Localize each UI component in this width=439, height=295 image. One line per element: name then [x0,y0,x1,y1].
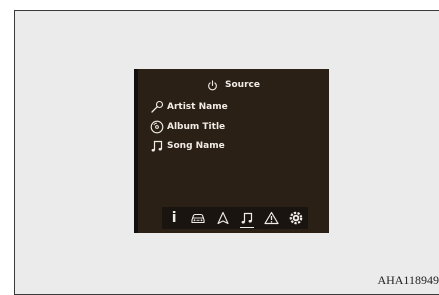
album-title: Album Title [167,122,226,132]
album-row: Album Title [150,119,225,135]
tab-bar: i [162,207,308,229]
music-note-icon [150,139,164,153]
source-button[interactable]: Source [138,76,329,94]
tab-audio[interactable] [238,209,256,228]
navigation-icon [217,211,229,225]
power-icon [208,79,217,90]
music-note-icon [241,212,253,224]
figure-code: AHA118949 [377,273,439,287]
audio-display: Source Artist Name Album Title Song Name… [134,69,329,233]
tab-vehicle[interactable] [189,209,207,227]
microphone-icon [150,100,164,114]
car-icon [191,213,206,224]
artist-row: Artist Name [150,99,228,115]
tab-settings[interactable] [287,209,305,227]
song-row: Song Name [150,138,225,154]
tab-info[interactable]: i [165,209,183,227]
artist-name: Artist Name [167,102,228,112]
song-name: Song Name [167,141,225,151]
tab-warning[interactable] [262,209,280,227]
warning-icon [264,211,279,225]
tab-navigation[interactable] [214,209,232,227]
source-label: Source [225,80,260,90]
info-icon: i [171,210,177,226]
disc-icon [150,120,164,134]
settings-icon [289,211,303,225]
